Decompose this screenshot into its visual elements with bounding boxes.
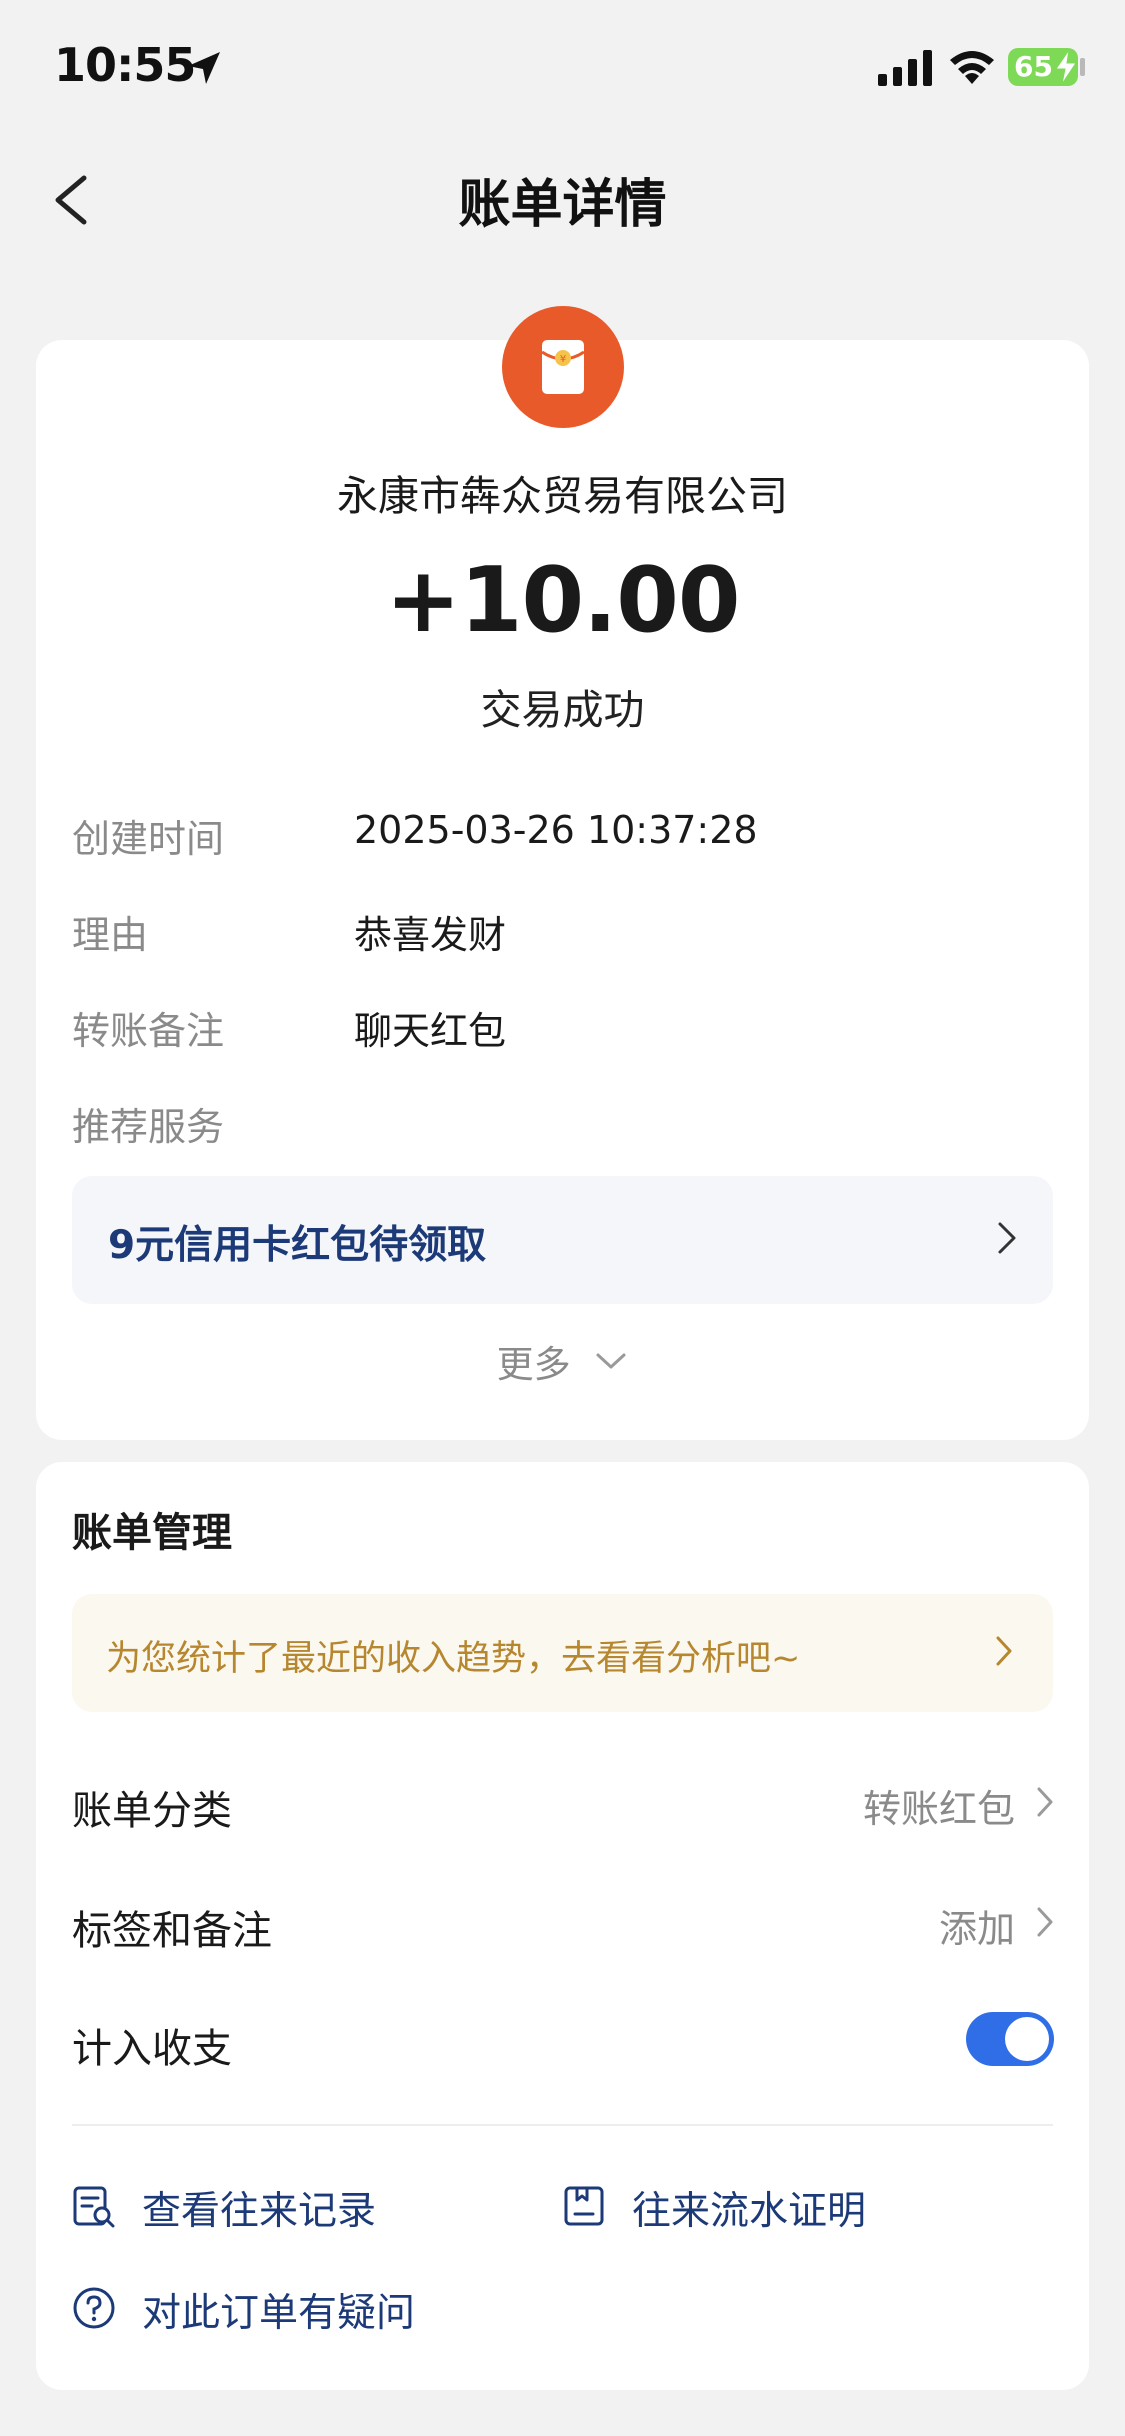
wifi-icon (950, 51, 994, 84)
charging-bolt-icon (1055, 50, 1077, 84)
certificate-icon[interactable] (562, 2184, 606, 2228)
question-circle-icon[interactable] (72, 2286, 116, 2330)
svg-text:¥: ¥ (560, 354, 566, 365)
location-arrow-icon (188, 52, 220, 84)
credit-card-promo[interactable]: 9元信用卡红包待领取 (72, 1176, 1053, 1304)
chevron-right-icon[interactable] (1034, 1904, 1056, 1940)
red-packet-icon: ¥ (502, 306, 624, 428)
record-search-icon[interactable] (72, 2184, 116, 2228)
page-title: 账单详情 (458, 175, 667, 235)
tags-notes-value[interactable]: 添加 (860, 1898, 1015, 1953)
transaction-amount: +10.00 (385, 548, 740, 653)
payer-name: 永康市犇众贸易有限公司 (337, 472, 788, 520)
reason-value: 恭喜发财 (354, 913, 507, 957)
more-button[interactable]: 更多 (0, 1334, 1125, 1388)
bill-category-label: 账单分类 (72, 1788, 232, 1834)
view-records-link[interactable]: 查看往来记录 (142, 2180, 376, 2236)
more-label: 更多 (496, 1343, 571, 1386)
transaction-status: 交易成功 (480, 686, 645, 734)
chevron-right-icon (996, 1636, 1012, 1666)
income-trend-tip[interactable]: 为您统计了最近的收入趋势，去看看分析吧~ (72, 1594, 1053, 1712)
created-time-label: 创建时间 (72, 817, 225, 861)
created-time-value: 2025-03-26 10:37:28 (354, 808, 758, 852)
divider (72, 2124, 1053, 2126)
chevron-right-icon[interactable] (1034, 1784, 1056, 1820)
red-packet-glyph-icon: ¥ (541, 340, 585, 394)
promo-text: 9元信用卡红包待领取 (108, 1223, 487, 1268)
include-in-stats-label: 计入收支 (72, 2026, 232, 2072)
bill-management-title: 账单管理 (72, 1510, 232, 1556)
toggle-knob (1005, 2017, 1049, 2061)
bill-category-value[interactable]: 转账红包 (760, 1778, 1015, 1833)
chevron-right-icon (998, 1222, 1016, 1254)
include-in-stats-toggle[interactable] (966, 2012, 1054, 2066)
tip-text: 为您统计了最近的收入趋势，去看看分析吧~ (106, 1639, 801, 1679)
status-time: 10:55 (54, 38, 196, 92)
tags-notes-label: 标签和备注 (72, 1908, 272, 1954)
transfer-note-value: 聊天红包 (354, 1009, 507, 1053)
transaction-statement-link[interactable]: 往来流水证明 (632, 2180, 866, 2236)
status-bar: 10:55 65 (0, 0, 1125, 140)
recommended-services-label: 推荐服务 (72, 1105, 225, 1149)
chevron-down-icon (596, 1353, 626, 1369)
order-question-link[interactable]: 对此订单有疑问 (142, 2282, 415, 2338)
battery-cap (1080, 58, 1085, 76)
transfer-note-label: 转账备注 (72, 1009, 225, 1053)
cellular-signal-icon (878, 50, 932, 86)
reason-label: 理由 (72, 913, 149, 957)
